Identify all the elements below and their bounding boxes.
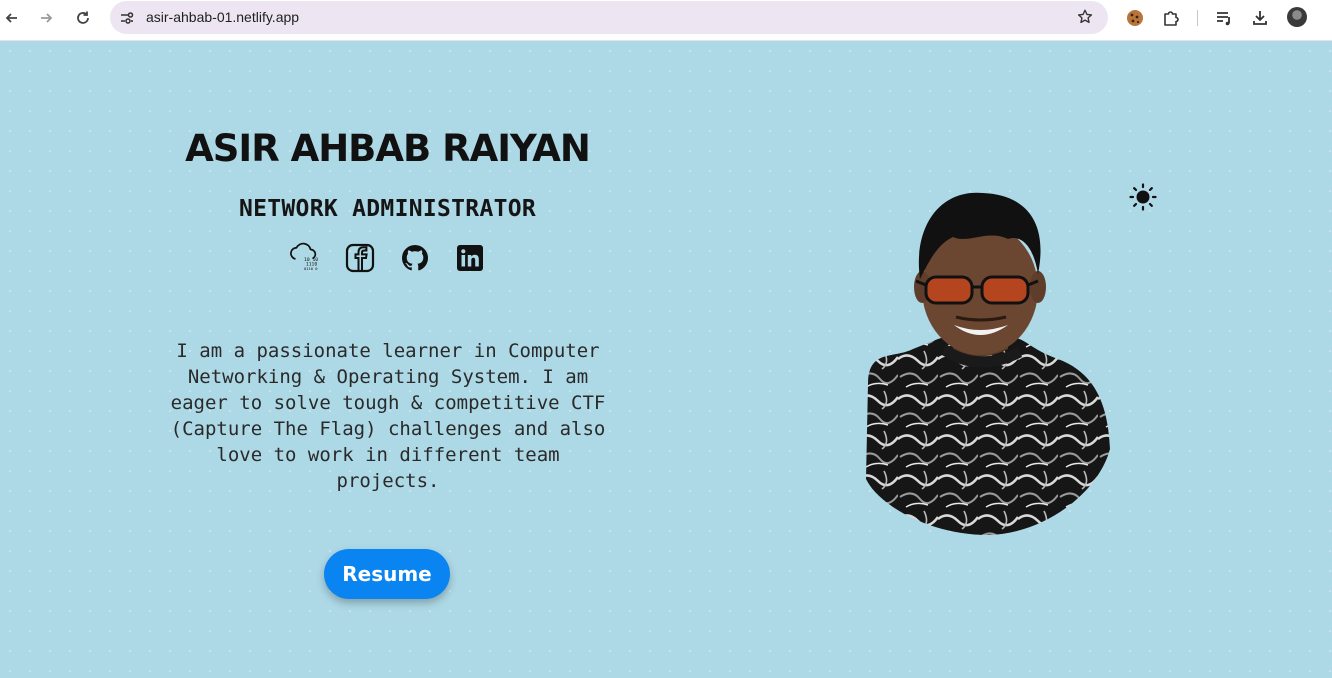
portfolio-page: ASIR AHBAB RAIYAN NETWORK ADMINISTRATOR …: [0, 41, 1332, 678]
back-icon[interactable]: [0, 6, 24, 30]
page-title: ASIR AHBAB RAIYAN: [185, 127, 591, 170]
linkedin-icon[interactable]: [454, 242, 486, 274]
url-text[interactable]: asir-ahbab-01.netlify.app: [146, 9, 299, 25]
extensions-icon[interactable]: [1161, 8, 1181, 28]
github-icon[interactable]: [399, 242, 431, 274]
site-info-icon[interactable]: [118, 9, 136, 27]
svg-text:0110 0: 0110 0: [304, 267, 318, 271]
toolbar-divider: [1197, 10, 1198, 26]
reload-icon[interactable]: [71, 6, 95, 30]
bio-text: I am a passionate learner in Computer Ne…: [170, 340, 606, 492]
forward-icon[interactable]: [34, 6, 58, 30]
profile-avatar[interactable]: [1287, 7, 1307, 27]
facebook-icon[interactable]: [344, 242, 376, 274]
cloud-binary-icon[interactable]: 10 10 1110 0110 0: [288, 242, 320, 274]
job-title: NETWORK ADMINISTRATOR: [238, 196, 537, 222]
reading-list-icon[interactable]: [1214, 8, 1234, 28]
browser-toolbar: asir-ahbab-01.netlify.app: [0, 0, 1332, 41]
sun-icon[interactable]: [1129, 183, 1157, 211]
cookie-icon[interactable]: [1125, 8, 1145, 28]
bookmark-star-icon[interactable]: [1076, 8, 1094, 26]
download-icon[interactable]: [1250, 8, 1270, 28]
resume-button[interactable]: Resume: [324, 549, 450, 599]
address-bar[interactable]: asir-ahbab-01.netlify.app: [110, 1, 1108, 34]
profile-photo: [858, 189, 1116, 537]
